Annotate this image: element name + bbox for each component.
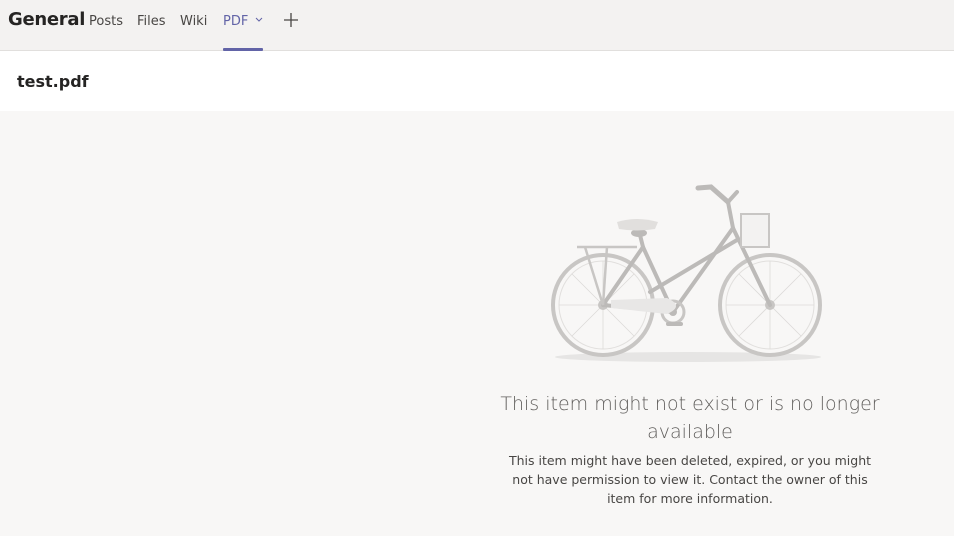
- tab-files[interactable]: Files: [137, 13, 166, 51]
- tab-wiki[interactable]: Wiki: [180, 13, 207, 51]
- chevron-down-icon[interactable]: [255, 17, 263, 23]
- channel-header: General Posts Files Wiki PDF: [0, 0, 954, 51]
- error-description: This item might have been deleted, expir…: [508, 453, 872, 506]
- file-header: test.pdf: [0, 51, 954, 111]
- plus-icon[interactable]: [282, 11, 300, 29]
- tab-pdf[interactable]: PDF: [223, 13, 263, 51]
- tab-pdf-label: PDF: [223, 14, 249, 29]
- file-name: test.pdf: [17, 72, 89, 91]
- bicycle-illustration: [551, 184, 822, 362]
- channel-title: General: [8, 9, 86, 30]
- tab-posts[interactable]: Posts: [89, 13, 123, 51]
- error-title: This item might not exist or is no longe…: [500, 393, 880, 443]
